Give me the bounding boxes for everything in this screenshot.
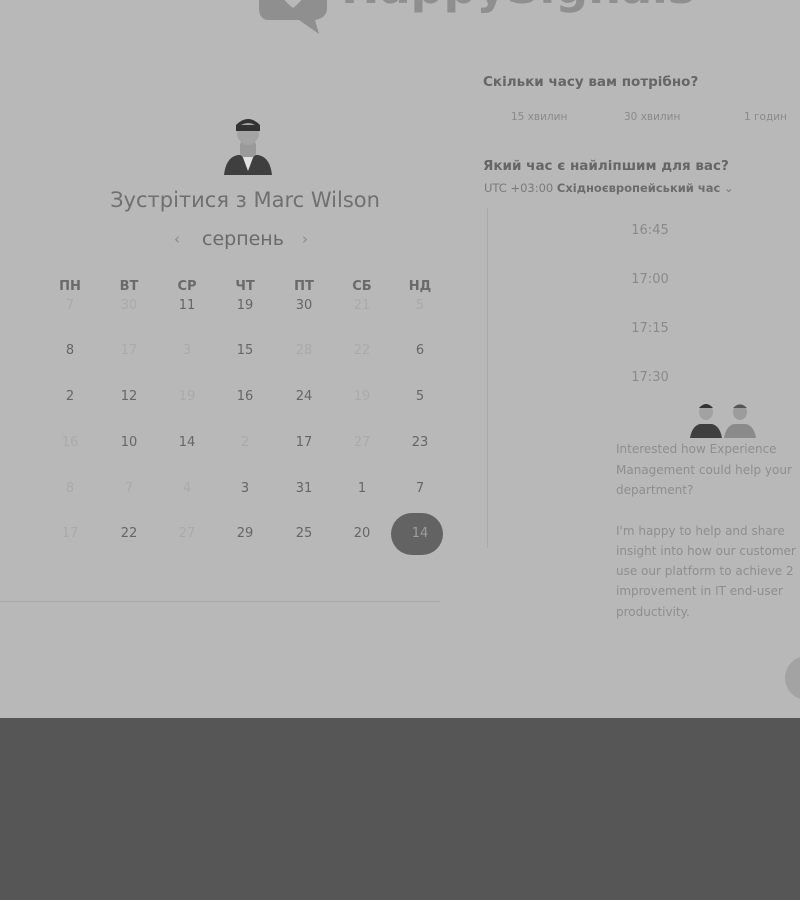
calendar-day: 16 <box>61 435 79 450</box>
calendar-day[interactable]: 23 <box>400 434 440 452</box>
calendar-day: 5 <box>415 298 425 313</box>
month-navigator: ‹ серпень › <box>170 228 320 254</box>
calendar-day: 22 <box>353 343 371 358</box>
calendar-day: 30 <box>120 298 138 313</box>
logo-speech-heart-icon <box>259 0 327 34</box>
chevron-down-icon: ⌄ <box>724 181 734 195</box>
calendar-day: 19 <box>353 389 371 404</box>
chat-launcher-button[interactable] <box>785 656 800 700</box>
calendar-day-selected[interactable]: 14 <box>400 525 440 543</box>
calendar-day[interactable]: 2 <box>50 388 90 406</box>
calendar-day[interactable]: 25 <box>284 525 324 543</box>
month-label: серпень <box>202 228 284 250</box>
footer-overlay <box>0 718 800 900</box>
chat-message-line: Interested how Experience <box>616 442 777 456</box>
calendar-day: 2 <box>240 435 250 450</box>
time-slot[interactable]: 17:15 <box>600 321 700 336</box>
chat-message-line: department? <box>616 483 694 497</box>
meeting-title: Зустрітися з Marc Wilson <box>110 188 380 212</box>
weekday-label: НД <box>408 279 432 294</box>
chat-agents-avatars <box>688 400 758 438</box>
calendar-day[interactable]: 30 <box>284 297 324 315</box>
calendar-day: 28 <box>295 343 313 358</box>
calendar-day: 4 <box>182 481 192 496</box>
chat-message-line: Management could help your <box>616 463 792 477</box>
calendar-day: 27 <box>178 526 196 541</box>
time-slot[interactable]: 17:30 <box>600 370 700 385</box>
calendar-day[interactable]: 22 <box>109 525 149 543</box>
calendar-day[interactable]: 3 <box>225 480 265 498</box>
duration-question: Скільки часу вам потрібно? <box>483 74 699 90</box>
calendar-day[interactable]: 19 <box>225 297 265 315</box>
calendar-day[interactable]: 16 <box>225 388 265 406</box>
brand-logo: HappySignals <box>255 0 695 38</box>
duration-option-30[interactable]: 30 хвилин <box>624 111 680 123</box>
calendar-day[interactable]: 8 <box>50 342 90 360</box>
calendar-day[interactable]: 15 <box>225 342 265 360</box>
calendar-day: 7 <box>65 298 75 313</box>
calendar-day: 8 <box>65 481 75 496</box>
weekday-label: СБ <box>352 279 372 294</box>
chat-message-line: productivity. <box>616 605 690 619</box>
calendar-day[interactable]: 24 <box>284 388 324 406</box>
timezone-selector[interactable]: UTC +03:00 Східноєвропейський час ⌄ <box>484 181 734 195</box>
duration-option-60[interactable]: 1 годин <box>744 111 787 123</box>
chat-message-line: use our platform to achieve 2 <box>616 564 794 578</box>
calendar-day: 7 <box>124 481 134 496</box>
weekday-label: ЧТ <box>235 279 255 294</box>
calendar-day[interactable]: 14 <box>167 434 207 452</box>
calendar-day[interactable]: 29 <box>225 525 265 543</box>
timezone-offset: UTC +03:00 <box>484 181 554 195</box>
time-question: Який час є найліпшим для вас? <box>483 158 729 174</box>
chat-message-line: I'm happy to help and share <box>616 524 785 538</box>
calendar-day: 21 <box>353 298 371 313</box>
weekday-label: СР <box>177 279 197 294</box>
weekday-label: ВТ <box>119 279 139 294</box>
calendar-day[interactable]: 1 <box>342 480 382 498</box>
calendar-day[interactable]: 7 <box>400 480 440 498</box>
weekday-label: ПН <box>59 279 81 294</box>
calendar-day[interactable]: 17 <box>284 434 324 452</box>
divider <box>0 601 440 602</box>
calendar-day: 27 <box>353 435 371 450</box>
calendar-day[interactable]: 31 <box>284 480 324 498</box>
calendar-day[interactable]: 12 <box>109 388 149 406</box>
calendar-day[interactable]: 6 <box>400 342 440 360</box>
calendar-day[interactable]: 10 <box>109 434 149 452</box>
calendar-day[interactable]: 20 <box>342 525 382 543</box>
weekday-label: ПТ <box>294 279 314 294</box>
calendar-day: 19 <box>178 389 196 404</box>
brand-name: HappySignals <box>341 0 695 14</box>
chat-message-line: insight into how our customer <box>616 544 796 558</box>
timezone-name: Східноєвропейський час <box>556 181 721 195</box>
calendar-day: 17 <box>120 343 138 358</box>
next-month-icon[interactable]: › <box>302 230 308 248</box>
prev-month-icon[interactable]: ‹ <box>174 230 180 248</box>
calendar-day: 17 <box>61 526 79 541</box>
chat-message-line: improvement in IT end-user <box>616 584 783 598</box>
host-avatar <box>218 115 278 175</box>
time-slot[interactable]: 16:45 <box>600 223 700 238</box>
time-slot[interactable]: 17:00 <box>600 272 700 287</box>
calendar-day: 3 <box>182 343 192 358</box>
calendar-day[interactable]: 11 <box>167 297 207 315</box>
calendar-day[interactable]: 5 <box>400 388 440 406</box>
booking-page: HappySignals Зустрітися з Marc Wilson ‹ … <box>0 0 800 718</box>
time-slots-border <box>487 208 488 548</box>
duration-option-15[interactable]: 15 хвилин <box>511 111 567 123</box>
